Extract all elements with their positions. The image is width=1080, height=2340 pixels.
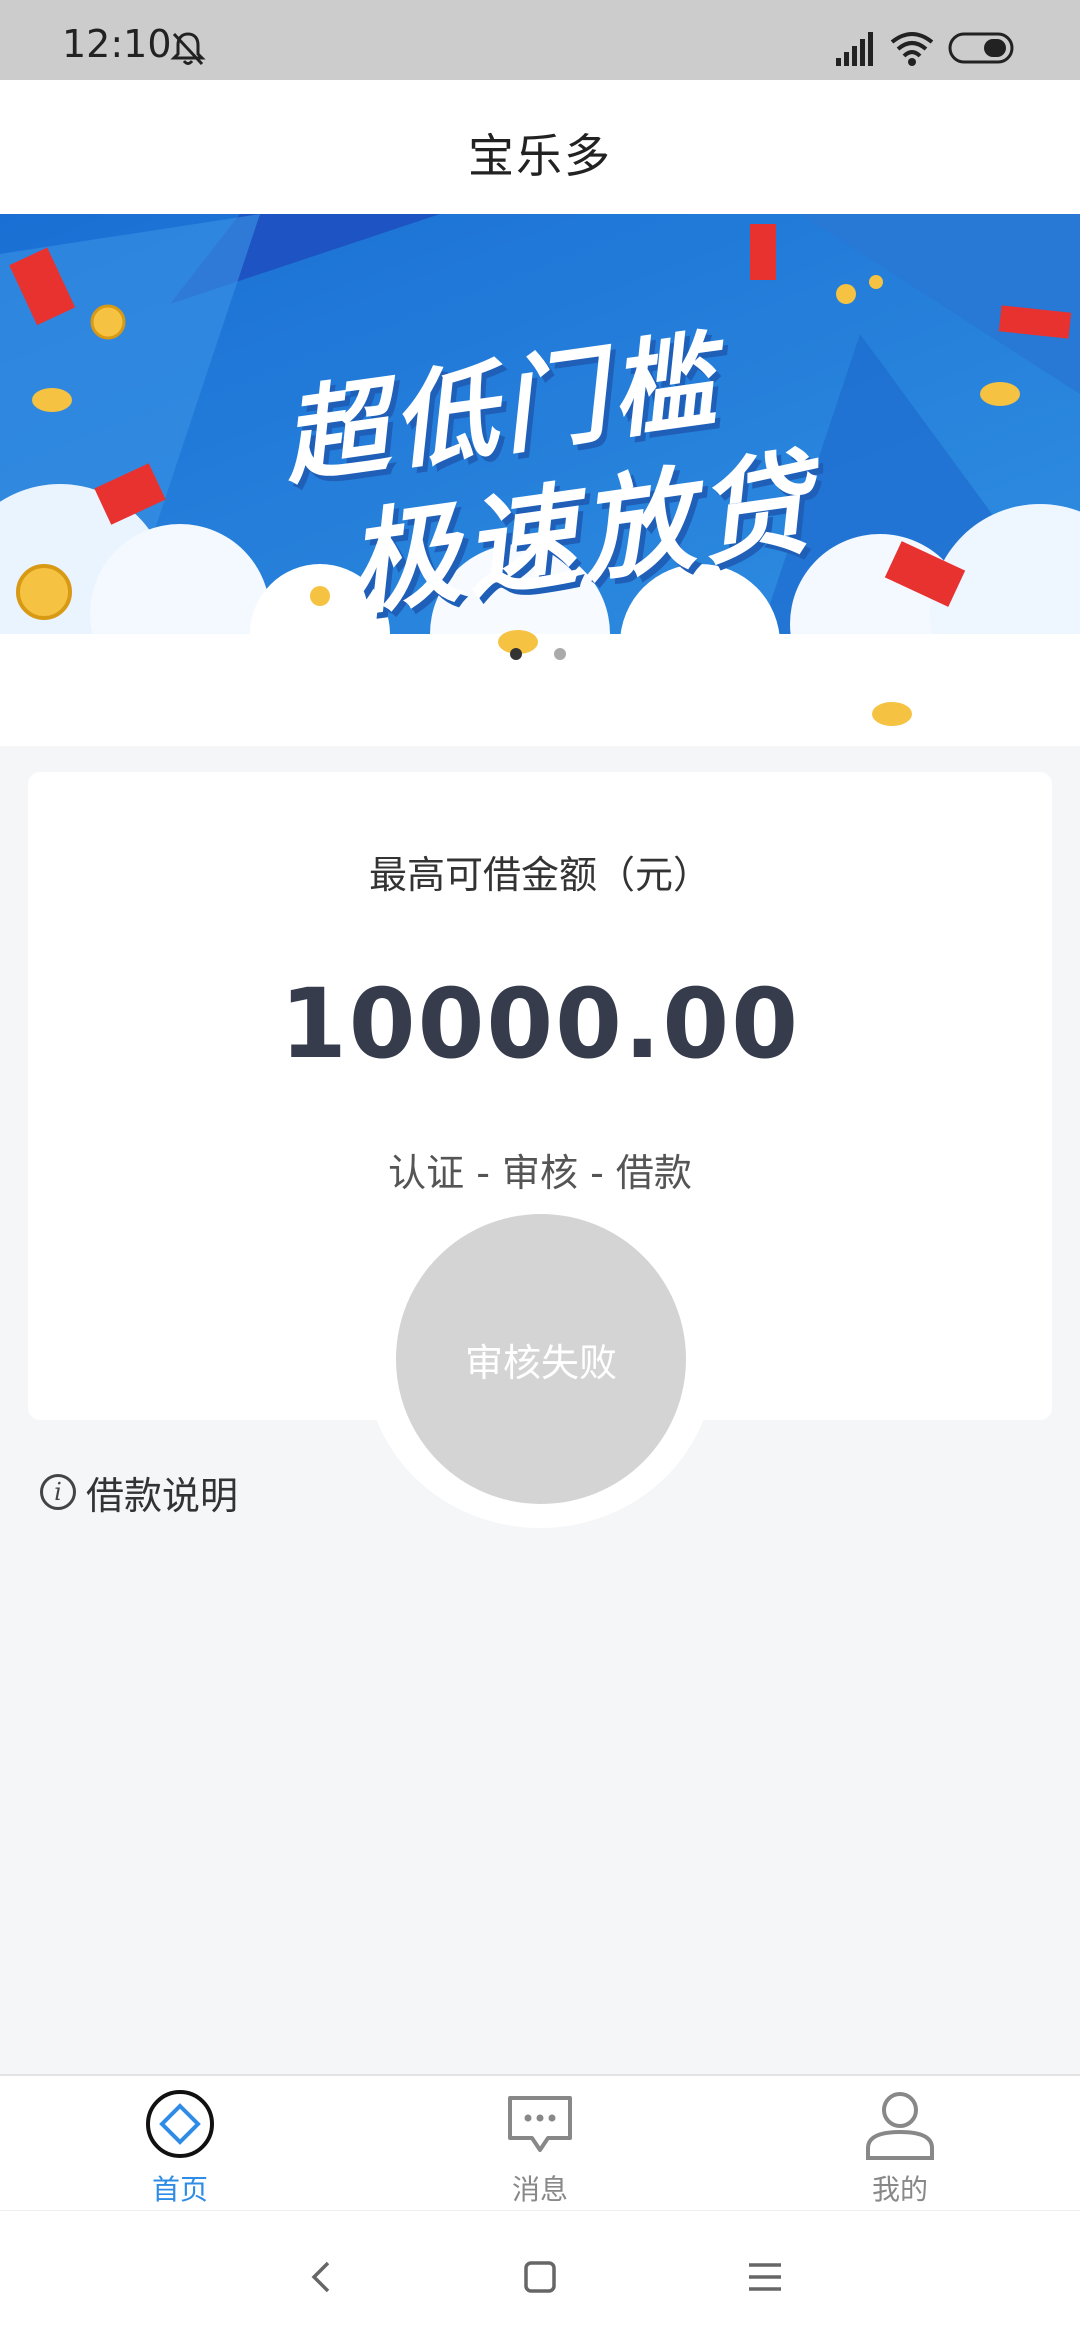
- loan-info-label: 借款说明: [86, 1473, 239, 1518]
- tab-home[interactable]: 首页: [0, 2076, 360, 2212]
- status-time: 12:10: [62, 22, 172, 66]
- user-profile-icon: [866, 2092, 934, 2160]
- home-diamond-icon: [146, 2090, 214, 2158]
- tab-home-label: 首页: [151, 2173, 208, 2206]
- system-navigation-bar: [0, 2210, 1080, 2340]
- page-title: 宝乐多: [468, 129, 612, 183]
- bell-muted-icon: [170, 32, 206, 66]
- max-amount-label: 最高可借金额（元）: [368, 853, 711, 897]
- info-icon: i: [40, 1474, 76, 1510]
- wifi-icon: [890, 32, 934, 66]
- status-bar: 12:10: [0, 0, 1080, 80]
- tab-messages[interactable]: 消息: [360, 2076, 720, 2212]
- back-icon[interactable]: [290, 2247, 350, 2307]
- recent-apps-icon[interactable]: [735, 2247, 795, 2307]
- tab-messages-label: 消息: [511, 2173, 568, 2206]
- bottom-tab-bar: 首页 消息 我的: [0, 2074, 1080, 2210]
- promo-banner[interactable]: 超低门槛 极速放贷: [0, 214, 1080, 746]
- max-amount-value: 10000.00: [279, 968, 801, 1080]
- home-square-icon[interactable]: [510, 2247, 570, 2307]
- loan-steps: 认证 - 审核 - 借款: [388, 1151, 692, 1195]
- battery-icon: [948, 32, 1014, 64]
- banner-dot[interactable]: [554, 648, 566, 660]
- message-bubble-icon: [508, 2096, 572, 2152]
- signal-icon: [836, 32, 873, 66]
- tab-mine-label: 我的: [871, 2173, 928, 2206]
- banner-pagination[interactable]: [510, 648, 570, 664]
- app-header: 宝乐多: [0, 80, 1080, 214]
- tab-mine[interactable]: 我的: [720, 2076, 1080, 2212]
- banner-dot-active[interactable]: [510, 648, 522, 660]
- loan-info-link[interactable]: i 借款说明: [40, 1462, 238, 1522]
- review-status-button[interactable]: 审核失败: [396, 1214, 686, 1504]
